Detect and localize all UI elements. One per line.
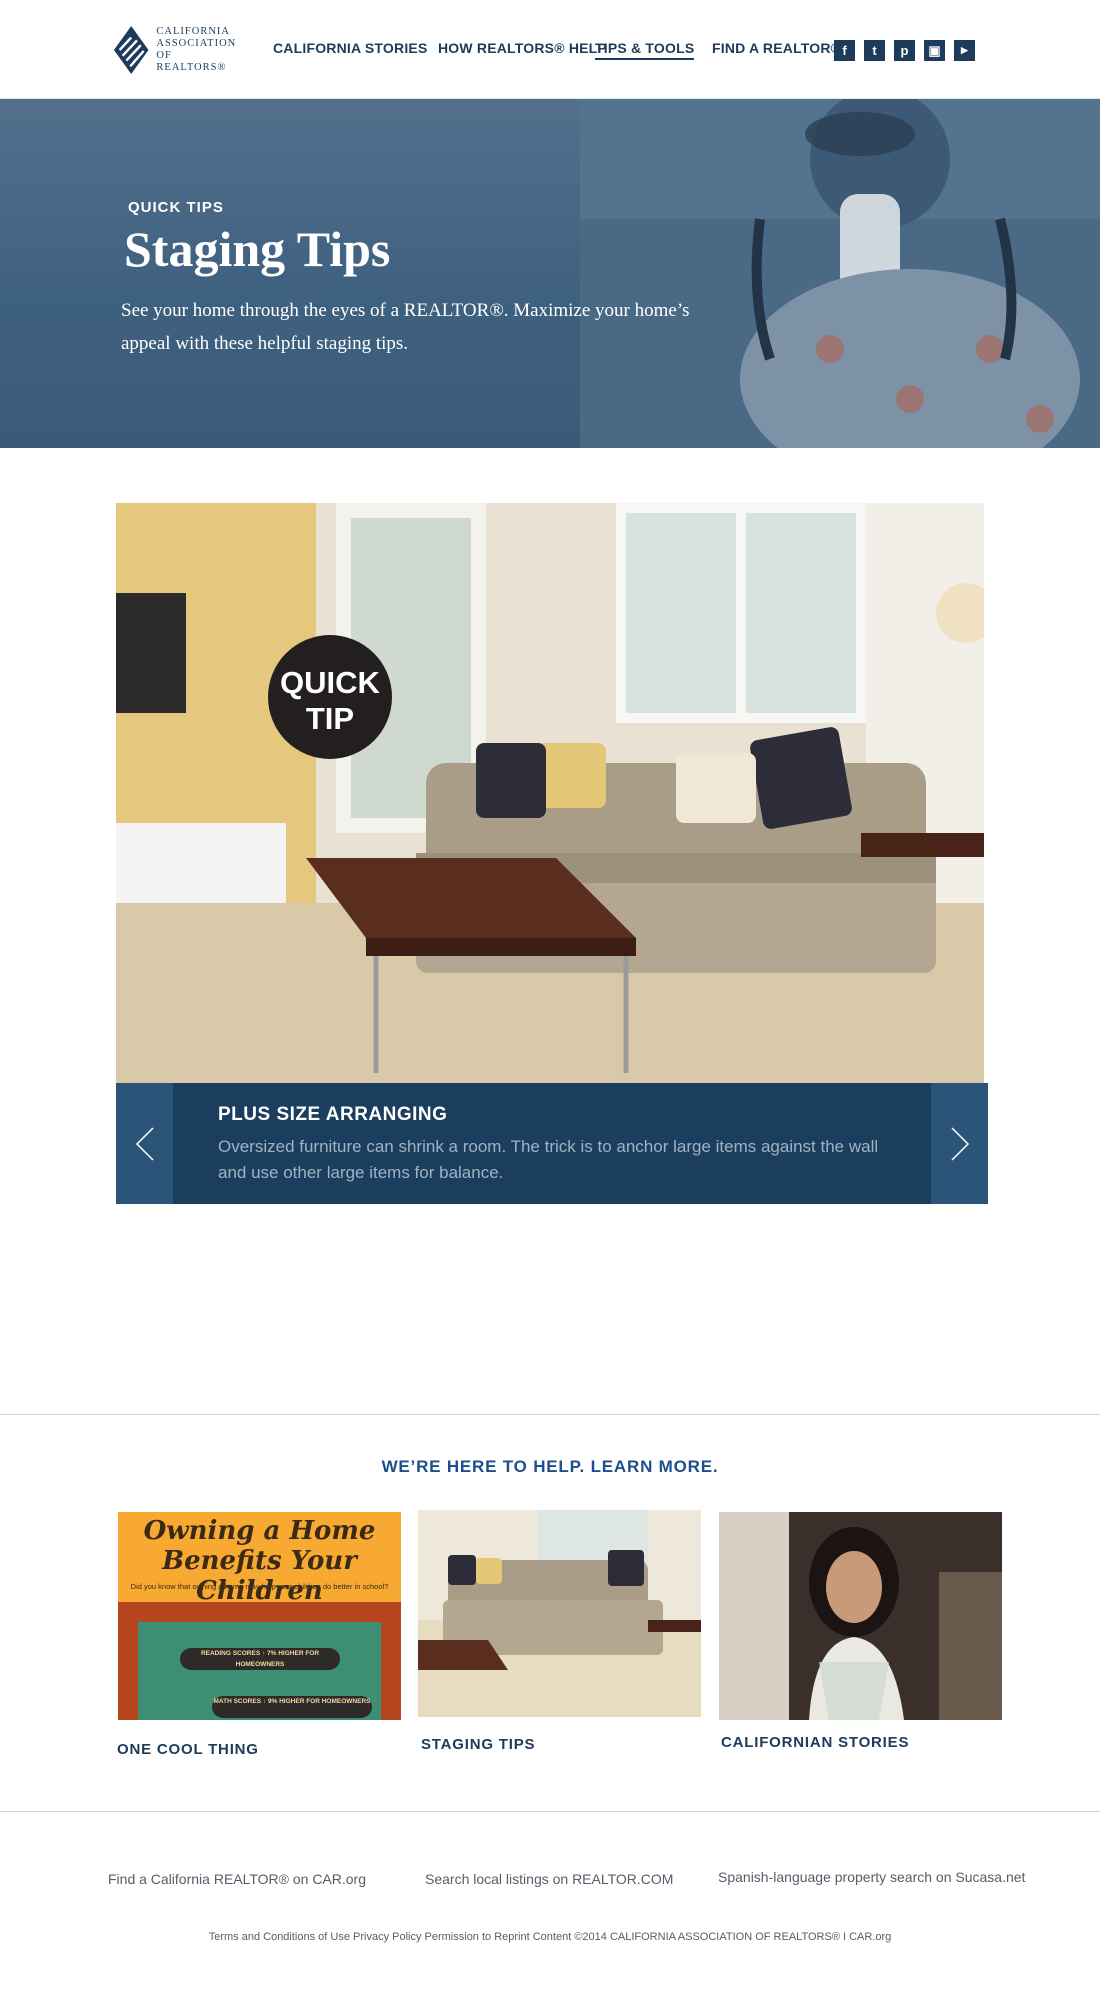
footer-link-find-realtor[interactable]: Find a California REALTOR® on CAR.org (108, 1871, 366, 1887)
nav-california-stories[interactable]: CALIFORNIA STORIES (273, 40, 428, 56)
page-title: Staging Tips (124, 221, 391, 277)
twitter-icon[interactable]: t (864, 40, 885, 61)
site-header: CALIFORNIA ASSOCIATION OF REALTORS® CALI… (0, 0, 1100, 99)
logo[interactable]: CALIFORNIA ASSOCIATION OF REALTORS® (112, 22, 242, 78)
quick-tip-badge-line1: QUICK (280, 665, 381, 700)
hero-banner: QUICK TIPS Staging Tips See your home th… (0, 99, 1100, 448)
instagram-icon[interactable]: ▣ (924, 40, 945, 61)
footer-link-realtor-com[interactable]: Search local listings on REALTOR.COM (425, 1871, 673, 1887)
slide-caption: PLUS SIZE ARRANGING Oversized furniture … (116, 1083, 988, 1204)
quick-tip-badge-line2: TIP (306, 701, 354, 736)
poster-reading-scores: READING SCORES ↑ 7% HIGHER FOR HOMEOWNER… (180, 1648, 340, 1670)
footer-legal: Terms and Conditions of Use Privacy Poli… (208, 1931, 892, 1943)
nav-tips-and-tools[interactable]: TIPS & TOOLS (595, 40, 695, 60)
californian-stories-video[interactable] (719, 1512, 1002, 1720)
chevron-right-icon (950, 1126, 969, 1161)
hero-description: See your home through the eyes of a REAL… (121, 300, 690, 354)
poster-math-scores: MATH SCORES ↑ 9% HIGHER FOR HOMEOWNERS (212, 1696, 372, 1718)
poster-subtitle: Did you know that owning a home may help… (130, 1582, 389, 1591)
hero-background-photo (580, 99, 1100, 448)
living-room-photo: QUICK TIP (116, 503, 984, 1083)
nav-find-a-realtor[interactable]: FIND A REALTOR® (712, 40, 841, 56)
chevron-left-icon (135, 1126, 154, 1161)
footer-link-sucasa[interactable]: Spanish-language property search on Suca… (718, 1869, 1025, 1885)
hero-label: QUICK TIPS (128, 199, 224, 216)
footer-divider (0, 1811, 1100, 1812)
logo-text: CALIFORNIA ASSOCIATION OF REALTORS® (156, 26, 237, 73)
slide-text: Oversized furniture can shrink a room. T… (218, 1137, 879, 1182)
youtube-icon[interactable]: ▶ (954, 40, 975, 61)
section-divider (0, 1414, 1100, 1415)
next-slide-button[interactable] (931, 1083, 988, 1204)
card-label-californian-stories[interactable]: CALIFORNIAN STORIES (721, 1734, 909, 1751)
card-label-one-cool-thing[interactable]: ONE COOL THING (117, 1741, 259, 1758)
pinterest-icon[interactable]: p (894, 40, 915, 61)
facebook-icon[interactable]: f (834, 40, 855, 61)
card-label-staging-tips[interactable]: STAGING TIPS (421, 1736, 535, 1753)
learn-more-heading: WE’RE HERE TO HELP. LEARN MORE. (381, 1457, 719, 1476)
slide-title: PLUS SIZE ARRANGING (218, 1104, 448, 1125)
staging-tips-image[interactable] (418, 1510, 701, 1717)
poster-title: Owning a Home Benefits Your Children (143, 1516, 376, 1606)
previous-slide-button[interactable] (116, 1083, 173, 1204)
nav-how-realtors-help[interactable]: HOW REALTORS® HELP (438, 40, 607, 56)
one-cool-thing-image[interactable]: Owning a Home Benefits Your Children Did… (118, 1512, 401, 1720)
logo-diamond-icon (113, 25, 149, 75)
